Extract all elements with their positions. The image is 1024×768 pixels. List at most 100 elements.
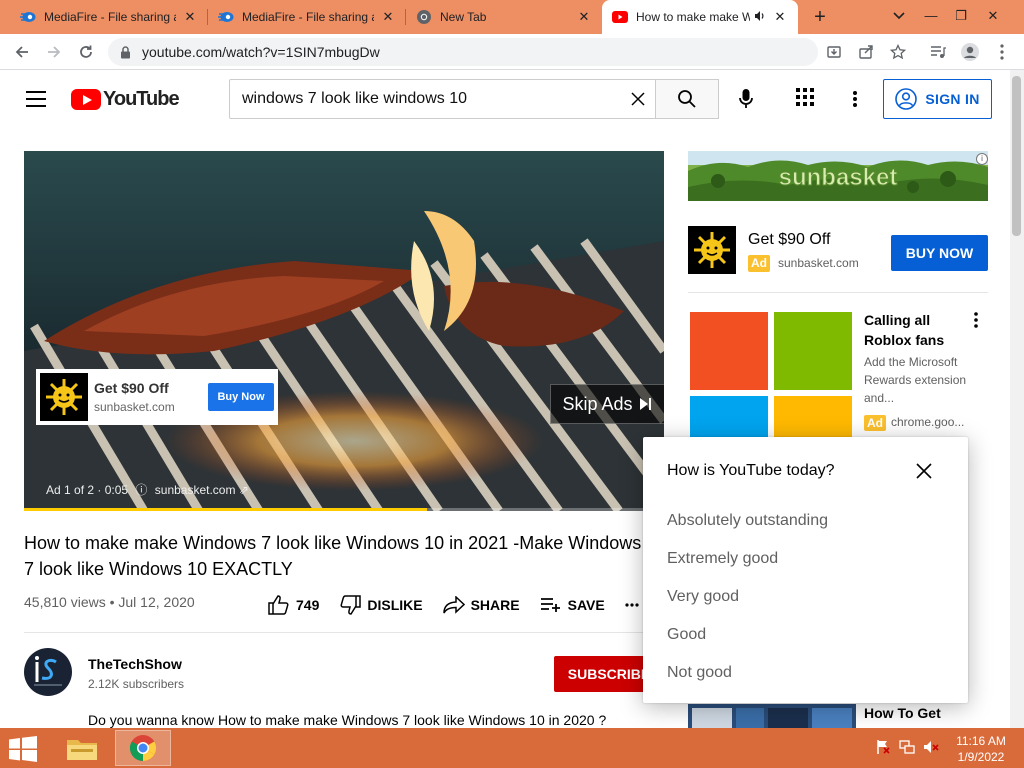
channel-name[interactable]: TheTechShow [88, 656, 182, 672]
browser-tab-new-tab[interactable]: New Tab ✕ [406, 0, 602, 34]
microsoft-logo-icon [688, 308, 856, 438]
speaker-icon[interactable] [754, 10, 766, 25]
url-text[interactable]: youtube.com/watch?v=1SIN7mbugDw [142, 44, 380, 60]
sign-in-label: SIGN IN [925, 91, 980, 107]
dislike-label: DISLIKE [367, 597, 423, 613]
ms-ad-domain: chrome.goo... [891, 415, 965, 429]
video-stats: 45,810 views • Jul 12, 2020 [24, 594, 195, 610]
tab-title: New Tab [440, 10, 487, 24]
back-button[interactable] [9, 39, 35, 65]
chrome-icon [129, 735, 157, 762]
restore-window-button[interactable]: ❐ [946, 2, 976, 30]
video-player[interactable]: Get $90 Off sunbasket.com Buy Now Skip A… [24, 151, 664, 511]
share-button[interactable]: SHARE [442, 596, 520, 614]
start-button[interactable] [8, 736, 40, 762]
buy-now-button[interactable]: BUY NOW [891, 235, 988, 271]
sidebar-divider [688, 292, 988, 293]
browser-tab-youtube[interactable]: How to make make W ✕ [602, 0, 798, 34]
search-box[interactable] [229, 79, 656, 119]
hamburger-menu-icon[interactable] [26, 91, 46, 107]
more-actions-icon[interactable] [625, 603, 645, 607]
media-controls-icon[interactable] [926, 40, 950, 64]
dislike-button[interactable]: DISLIKE [339, 595, 423, 615]
share-label: SHARE [470, 597, 520, 613]
close-tab-icon[interactable]: ✕ [182, 9, 198, 25]
next-video-title[interactable]: How To Get [864, 705, 941, 721]
video-description[interactable]: Do you wanna know How to make make Windo… [88, 712, 606, 728]
more-options-icon[interactable] [970, 310, 982, 330]
ad-domain-link[interactable]: sunbasket.com [155, 483, 236, 497]
chrome-taskbar-button[interactable] [115, 730, 171, 766]
satisfaction-survey-dialog: How is YouTube today? Absolutely outstan… [643, 437, 968, 703]
ad-badge: Ad [864, 415, 886, 431]
survey-option[interactable]: Not good [667, 664, 732, 682]
clear-search-icon[interactable] [628, 89, 648, 109]
voice-search-button[interactable] [733, 86, 759, 112]
tab-search-chevron-icon[interactable] [884, 2, 914, 30]
close-tab-icon[interactable]: ✕ [380, 9, 396, 25]
volume-muted-icon[interactable] [922, 738, 940, 756]
overlay-ad-card[interactable]: Get $90 Off sunbasket.com Buy Now [36, 369, 278, 425]
windows-logo-icon [9, 736, 37, 762]
skip-next-icon [639, 398, 651, 410]
next-video-thumbnail[interactable] [688, 704, 856, 728]
like-button[interactable]: 749 [268, 595, 319, 615]
save-button[interactable]: SAVE [540, 597, 605, 613]
sunbasket-banner-ad[interactable]: sunbasket [688, 151, 988, 201]
forward-button[interactable] [41, 39, 67, 65]
youtube-logo[interactable]: YouTube [71, 88, 180, 110]
share-arrow-icon [442, 596, 465, 614]
skip-ads-button[interactable]: Skip Ads [550, 384, 664, 424]
companion-ad-headline: Get $90 Off [748, 231, 831, 248]
overlay-ad-domain: sunbasket.com [94, 400, 175, 414]
windows-taskbar: 11:16 AM 1/9/2022 [0, 728, 1024, 768]
info-circle-icon[interactable]: ⓘ [135, 483, 147, 497]
microsoft-rewards-ad[interactable]: Calling all Roblox fans Add the Microsof… [688, 308, 988, 438]
channel-avatar[interactable] [24, 648, 72, 696]
survey-option[interactable]: Very good [667, 588, 739, 606]
close-tab-icon[interactable]: ✕ [772, 9, 788, 25]
network-icon[interactable] [898, 738, 916, 756]
thumbs-up-icon [268, 595, 289, 615]
bookmark-star-icon[interactable] [886, 40, 910, 64]
browser-tab-strip: MediaFire - File sharing a ✕ MediaFire -… [0, 0, 1024, 34]
sign-in-button[interactable]: SIGN IN [883, 79, 992, 119]
survey-option[interactable]: Absolutely outstanding [667, 512, 828, 530]
ad-choices-icon[interactable]: i [976, 153, 988, 165]
page-scrollbar[interactable] [1010, 70, 1024, 728]
meta-divider [24, 632, 644, 633]
action-center-flag-icon[interactable] [874, 738, 892, 756]
chrome-icon [416, 9, 432, 25]
close-tab-icon[interactable]: ✕ [576, 9, 592, 25]
mediafire-icon [218, 9, 234, 25]
reload-button[interactable] [73, 39, 99, 65]
companion-ad-domain: sunbasket.com [778, 256, 859, 270]
tab-title: How to make make W [636, 10, 750, 24]
survey-option[interactable]: Extremely good [667, 550, 778, 568]
close-window-button[interactable]: ✕ [978, 2, 1008, 30]
address-bar[interactable]: youtube.com/watch?v=1SIN7mbugDw [108, 38, 818, 66]
search-input[interactable] [242, 90, 612, 108]
share-page-icon[interactable] [854, 40, 878, 64]
survey-option[interactable]: Good [667, 626, 706, 644]
taskbar-clock[interactable]: 11:16 AM 1/9/2022 [948, 733, 1014, 765]
browser-tab-mediafire-1[interactable]: MediaFire - File sharing a ✕ [10, 0, 208, 34]
settings-menu-icon[interactable] [845, 88, 865, 110]
companion-ad[interactable]: Get $90 Off Ad sunbasket.com BUY NOW [688, 226, 988, 278]
file-explorer-taskbar-button[interactable] [54, 730, 110, 766]
close-icon[interactable] [913, 460, 935, 482]
tab-title: MediaFire - File sharing a [44, 10, 176, 24]
minimize-window-button[interactable]: — [916, 2, 946, 30]
search-button[interactable] [655, 79, 719, 119]
browser-tab-mediafire-2[interactable]: MediaFire - File sharing a ✕ [208, 0, 406, 34]
browser-menu-icon[interactable] [990, 40, 1014, 64]
install-app-icon[interactable] [822, 40, 846, 64]
scrollbar-thumb[interactable] [1012, 76, 1021, 236]
apps-grid-icon[interactable] [796, 88, 818, 110]
profile-avatar-icon[interactable] [958, 40, 982, 64]
overlay-ad-buy-button[interactable]: Buy Now [208, 383, 274, 411]
channel-subscriber-count: 2.12K subscribers [88, 677, 185, 691]
new-tab-button[interactable]: + [808, 6, 832, 30]
ad-badge: Ad [748, 255, 770, 272]
lock-icon[interactable] [120, 45, 134, 59]
